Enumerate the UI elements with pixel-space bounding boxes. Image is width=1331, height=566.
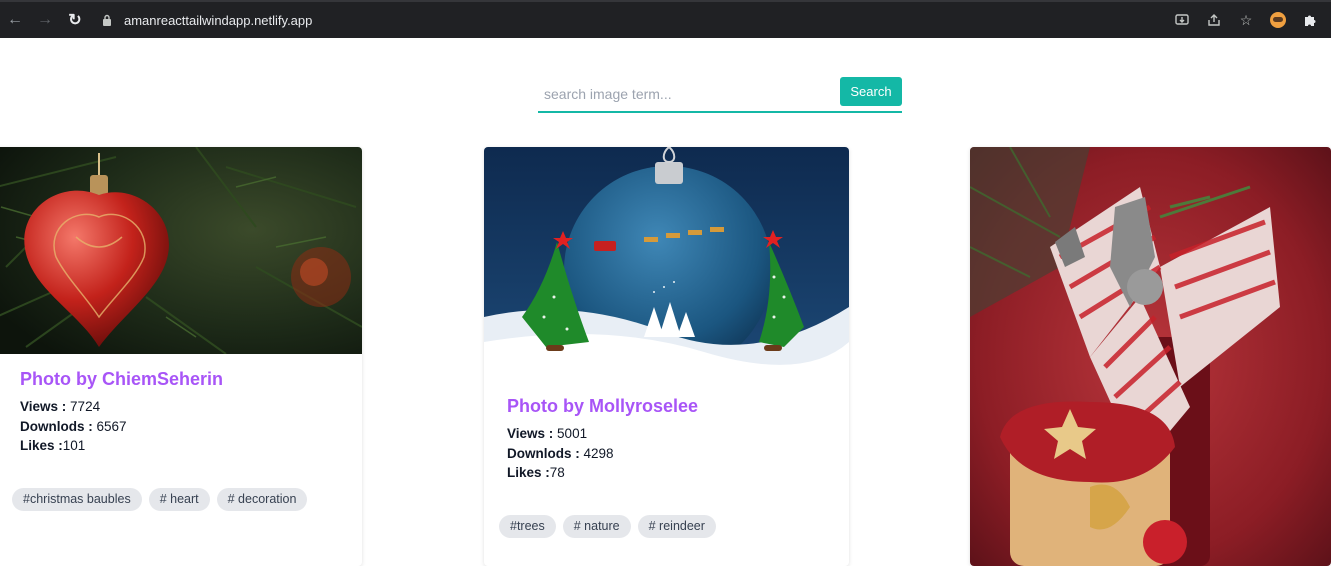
puzzle-icon[interactable] [1297, 6, 1323, 34]
address-bar[interactable]: amanreacttailwindapp.netlify.app [100, 13, 312, 28]
views-value: 5001 [557, 426, 588, 441]
views-stat: Views : 7724 [20, 397, 362, 417]
search-form: Search [538, 77, 902, 114]
downloads-value: 4298 [583, 445, 614, 461]
reload-icon[interactable]: ↻ [60, 5, 90, 35]
photo-author[interactable]: Photo by Mollyroselee [507, 396, 849, 417]
tag[interactable]: #christmas baubles [12, 488, 142, 511]
image-card: Photo by Mollyroselee Views : 5001 Downl… [484, 147, 849, 566]
card-info: Photo by ChiemSeherin Views : 7724 Downl… [0, 369, 362, 456]
likes-stat: Likes :101 [20, 436, 362, 456]
search-button[interactable]: Search [840, 77, 902, 106]
downloads-stat: Downlods : 6567 [20, 417, 362, 437]
downloads-stat: Downlods : 4298 [507, 444, 849, 464]
profile-button[interactable] [1265, 6, 1291, 34]
image-card: Photo by ChiemSeherin Views : 7724 Downl… [0, 147, 362, 566]
tag[interactable]: # reindeer [637, 515, 716, 538]
likes-label: Likes : [20, 438, 63, 453]
card-info: Photo by Mollyroselee Views : 5001 Downl… [484, 396, 849, 483]
share-icon[interactable] [1201, 6, 1227, 34]
views-label: Views : [507, 426, 554, 441]
image-card [970, 147, 1331, 566]
star-icon[interactable]: ☆ [1233, 6, 1259, 34]
lock-icon[interactable] [100, 13, 114, 27]
card-photo [0, 147, 362, 354]
arrow-right-icon[interactable]: → [30, 5, 60, 35]
views-stat: Views : 5001 [507, 424, 849, 444]
tag[interactable]: # decoration [216, 488, 308, 511]
tag-list: #christmas baubles # heart # decoration [12, 488, 308, 511]
card-photo [484, 147, 849, 382]
tag-list: #trees # nature # reindeer [499, 515, 716, 538]
install-icon[interactable] [1169, 6, 1195, 34]
views-label: Views : [20, 399, 67, 414]
downloads-label: Downlods : [20, 418, 93, 434]
tag[interactable]: # heart [148, 488, 210, 511]
photo-author[interactable]: Photo by ChiemSeherin [20, 369, 362, 390]
likes-label: Likes : [507, 465, 550, 480]
avatar[interactable] [1270, 12, 1286, 28]
likes-value: 101 [62, 438, 86, 453]
downloads-label: Downlods : [507, 445, 580, 461]
likes-stat: Likes :78 [507, 463, 849, 483]
card-photo [970, 147, 1331, 566]
views-value: 7724 [70, 399, 101, 414]
arrow-left-icon[interactable]: ← [0, 5, 30, 35]
downloads-value: 6567 [96, 418, 127, 434]
url-text[interactable]: amanreacttailwindapp.netlify.app [124, 13, 312, 28]
tag[interactable]: #trees [499, 515, 556, 538]
browser-toolbar: ← → ↻ amanreacttailwindapp.netlify.app ☆ [0, 0, 1331, 38]
likes-value: 78 [549, 465, 565, 480]
tag[interactable]: # nature [562, 515, 631, 538]
